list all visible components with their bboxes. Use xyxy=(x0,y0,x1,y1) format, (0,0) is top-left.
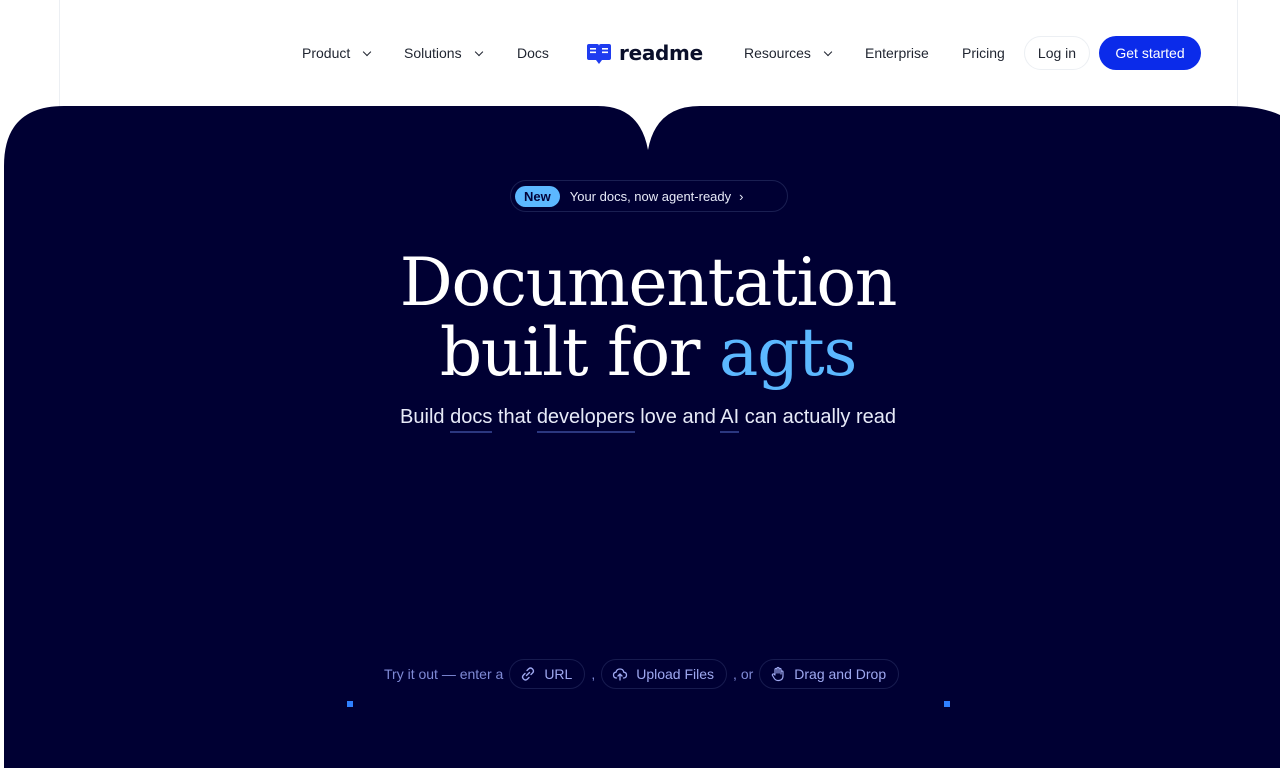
hero-subheadline: Build docs that developers love and AI c… xyxy=(0,406,1280,433)
try-prefix: Try it out — enter a xyxy=(384,666,504,682)
separator-comma: , xyxy=(591,666,596,682)
sub-word-that: that xyxy=(497,406,532,428)
headline-line2: built for xyxy=(439,314,701,391)
corner-marker-left xyxy=(347,701,353,707)
hand-icon xyxy=(772,666,784,682)
chevron-right-icon: › xyxy=(739,188,744,204)
announcement-pill[interactable]: New Your docs, now agent-ready › xyxy=(510,180,788,212)
headline-line1: Documentation xyxy=(399,244,898,321)
headline-line2-wrap: built for agts xyxy=(0,318,1280,388)
new-badge: New xyxy=(515,185,560,207)
upload-files-chip[interactable]: Upload Files xyxy=(601,659,728,689)
try-it-row: Try it out — enter a URL , Upload Files … xyxy=(384,658,900,690)
url-chip[interactable]: URL xyxy=(509,659,586,689)
sub-word-developers: developers xyxy=(536,406,635,433)
cloud-upload-icon xyxy=(613,668,628,681)
hero-headline: Documentation built for agts xyxy=(0,248,1280,388)
headline-accent: agts xyxy=(718,314,857,391)
url-label: URL xyxy=(544,666,573,682)
announcement-text: Your docs, now agent-ready xyxy=(569,188,732,204)
sub-word-build: Build xyxy=(400,406,445,428)
drag-drop-label: Drag and Drop xyxy=(794,666,887,682)
upload-files-label: Upload Files xyxy=(636,666,715,682)
drag-drop-chip[interactable]: Drag and Drop xyxy=(759,659,900,689)
sub-word-docs: docs xyxy=(450,406,493,433)
sub-word-read: can actually read xyxy=(744,406,896,428)
link-icon xyxy=(522,667,535,681)
separator-or: , or xyxy=(733,666,754,682)
corner-marker-right xyxy=(944,701,950,707)
sub-word-ai: AI xyxy=(720,406,740,433)
sub-word-love: love and xyxy=(640,406,716,428)
